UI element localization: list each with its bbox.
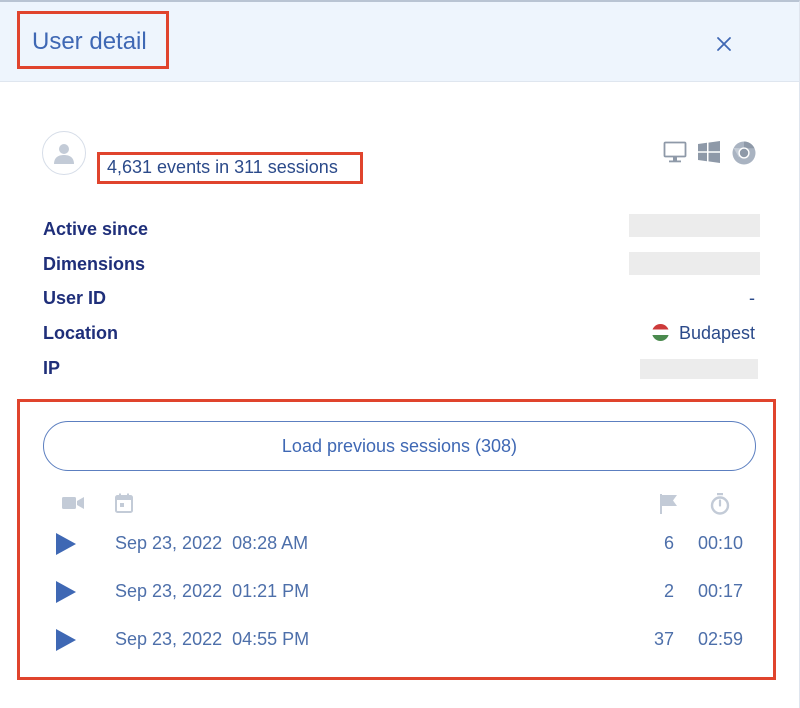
user-detail-panel: User detail 4,631 events in 311 sessions…: [0, 0, 800, 708]
avatar: [42, 131, 86, 175]
session-events: 6: [663, 533, 674, 553]
session-date: Sep 23, 2022 08:28 AM: [115, 533, 309, 553]
load-previous-sessions-button[interactable]: Load previous sessions (308): [43, 421, 756, 471]
windows-icon: [698, 141, 720, 163]
redacted-ip: [640, 359, 758, 379]
play-icon[interactable]: [54, 580, 78, 604]
session-row[interactable]: Sep 23, 2022 01:21 PM 2 00:17: [0, 580, 800, 620]
desktop-icon: [663, 141, 687, 163]
value-location: Budapest: [651, 323, 755, 344]
label-ip: IP: [43, 358, 61, 378]
label-user-id: User ID: [43, 288, 107, 308]
redacted-active-since: [629, 214, 760, 237]
location-city: Budapest: [678, 323, 755, 343]
value-user-id: -: [749, 288, 755, 308]
label-dimensions: Dimensions: [43, 254, 146, 274]
chrome-icon: [732, 141, 756, 165]
session-duration: 00:17: [698, 581, 744, 601]
session-date: Sep 23, 2022 01:21 PM: [115, 581, 310, 601]
redacted-dimensions: [629, 252, 760, 275]
highlight-box-title: [17, 11, 169, 69]
label-location: Location: [43, 323, 118, 343]
session-date: Sep 23, 2022 04:55 PM: [115, 629, 310, 649]
flag-icon: [660, 494, 677, 514]
session-row[interactable]: Sep 23, 2022 04:55 PM 37 02:59: [0, 628, 800, 668]
user-avatar-icon: [54, 144, 74, 164]
label-active-since: Active since: [43, 219, 149, 239]
play-icon[interactable]: [54, 628, 78, 652]
session-events: 2: [663, 581, 674, 601]
close-button[interactable]: [710, 30, 738, 58]
session-duration: 02:59: [698, 629, 744, 649]
session-duration: 00:10: [698, 533, 744, 553]
highlight-box-summary: [97, 152, 363, 184]
play-icon[interactable]: [54, 532, 78, 556]
session-row[interactable]: Sep 23, 2022 08:28 AM 6 00:10: [0, 532, 800, 572]
session-events: 37: [653, 629, 674, 649]
hungary-flag-icon: [651, 324, 669, 341]
calendar-icon: [115, 493, 133, 513]
stopwatch-icon: [710, 493, 730, 515]
close-icon: [717, 37, 731, 51]
video-camera-icon: [62, 497, 84, 509]
